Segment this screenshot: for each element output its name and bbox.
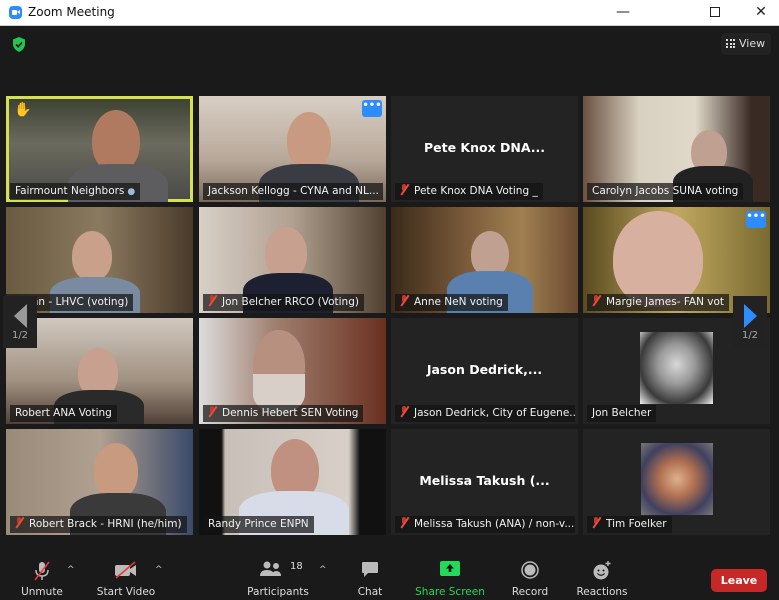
participant-name-label: Jackson Kellogg - CYNA and NL... [203,183,383,200]
participant-video [92,110,140,172]
profile-photo [641,443,713,515]
mic-muted-icon [208,406,217,417]
grid-icon [726,39,735,48]
reactions-icon [593,561,611,580]
record-label: Record [511,586,549,598]
shield-check-icon[interactable] [12,37,26,52]
participants-options-caret-icon[interactable]: ^ [319,565,327,575]
mic-muted-icon [34,561,50,581]
window-title: Zoom Meeting [28,5,115,19]
chat-label: Chat [357,586,383,598]
video-tile[interactable]: Melissa Takush (... Melissa Takush (ANA)… [391,429,578,535]
participant-name-label: Carolyn Jacobs SUNA voting [587,183,744,200]
reaction-badge-icon: ● [127,187,136,197]
video-tile[interactable]: Anne NeN voting [391,207,578,313]
video-tile[interactable]: Carolyn Jacobs SUNA voting [583,96,770,202]
participant-video [613,211,703,307]
maximize-button[interactable] [692,0,738,26]
start-video-label: Start Video [96,586,156,598]
mic-muted-icon [400,517,409,528]
participants-label: Participants [247,586,309,598]
share-screen-button[interactable]: Share Screen [414,553,486,600]
participants-count: 18 [290,561,303,572]
participant-center-name: Melissa Takush (... [419,473,550,488]
participant-name-label: Tim Foelker [587,516,672,533]
arrow-left-icon [13,304,27,328]
chat-button[interactable]: Chat [350,553,390,600]
view-label: View [739,37,766,50]
arrow-right-icon [743,304,757,328]
more-options-button[interactable]: ••• [362,100,382,117]
previous-page-button[interactable]: 1/2 [3,296,37,348]
page-indicator: 1/2 [741,330,759,341]
leave-button[interactable]: Leave [711,569,767,592]
mic-muted-icon [592,295,601,306]
video-tile[interactable]: Tim Foelker [583,429,770,535]
video-tile[interactable]: Randy Prince ENPN [199,429,386,535]
next-page-button[interactable]: 1/2 [733,296,767,348]
audio-options-caret-icon[interactable]: ^ [67,565,75,575]
video-off-icon [115,561,136,579]
participant-name-label: Anne NeN voting [395,294,508,311]
participant-name-label: Robert ANA Voting [10,405,117,422]
record-icon [521,561,539,579]
participants-button[interactable]: 18 Participants [246,553,310,600]
participant-name-label: Dennis Hebert SEN Voting [203,405,364,422]
participant-video [94,443,138,499]
maximize-icon [710,7,720,17]
page-indicator: 1/2 [11,330,29,341]
participant-center-name: Pete Knox DNA... [423,140,546,155]
view-button[interactable]: View [721,33,771,55]
window-titlebar: Zoom Meeting — ✕ [0,0,779,26]
video-tile[interactable]: ••• Jackson Kellogg - CYNA and NL... [199,96,386,202]
participant-name-label: Robert Brack - HRNI (he/him) [10,516,187,533]
minimize-button[interactable]: — [600,0,646,26]
participant-name-label: Jason Dedrick, City of Eugene... [395,405,575,422]
participant-name-label: Melissa Takush (ANA) / non-v... [395,516,575,533]
video-tile[interactable]: Jon Belcher RRCO (Voting) [199,207,386,313]
reactions-button[interactable]: Reactions [574,553,630,600]
participant-name-label: Fairmount Neighbors ● [10,183,141,200]
meeting-toolbar: Unmute ^ Start Video ^ 18 Participants ^… [0,553,779,600]
close-button[interactable]: ✕ [738,0,779,26]
mic-muted-icon [400,184,409,195]
mic-muted-icon [400,406,409,417]
participant-video [72,231,112,281]
participant-name-label: Randy Prince ENPN [203,516,314,533]
video-tile[interactable]: Dennis Hebert SEN Voting [199,318,386,424]
participant-video [287,112,331,170]
record-button[interactable]: Record [508,553,552,600]
participant-name-label: Pete Knox DNA Voting _ [395,183,543,200]
video-tile[interactable]: Pete Knox DNA... Pete Knox DNA Voting _ [391,96,578,202]
share-screen-label: Share Screen [415,586,485,598]
unmute-label: Unmute [21,586,63,598]
reactions-label: Reactions [576,586,628,598]
mic-muted-icon [400,295,409,306]
participant-name-label: Margie James- FAN vot [587,294,730,311]
more-options-button[interactable]: ••• [746,211,766,228]
share-screen-icon [440,561,460,576]
participant-name-label: Jon Belcher RRCO (Voting) [203,294,364,311]
chat-icon [362,562,378,577]
video-options-caret-icon[interactable]: ^ [155,565,163,575]
video-tile[interactable]: ✋ Fairmount Neighbors ● [6,96,193,202]
participant-center-name: Jason Dedrick,... [426,362,543,377]
mic-muted-icon [15,517,24,528]
video-tile[interactable]: Robert Brack - HRNI (he/him) [6,429,193,535]
mic-muted-icon [208,295,217,306]
unmute-button[interactable]: Unmute [14,553,70,600]
profile-photo [640,332,713,404]
mic-muted-icon [592,517,601,528]
video-tile[interactable]: Jason Dedrick,... Jason Dedrick, City of… [391,318,578,424]
participant-video [265,227,307,279]
start-video-button[interactable]: Start Video [94,553,158,600]
participant-name-label: Jon Belcher [587,405,657,422]
zoom-app-icon [9,6,22,19]
participants-icon [259,561,281,576]
raised-hand-icon: ✋ [14,102,32,118]
